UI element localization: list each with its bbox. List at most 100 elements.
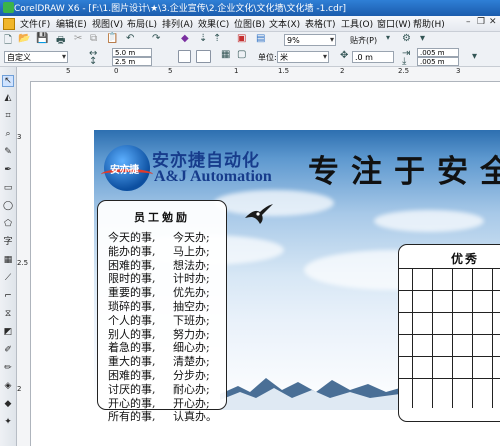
zoom-tool-icon[interactable]: ⌕ <box>3 129 13 139</box>
connector-tool-icon[interactable]: ⌐ <box>3 291 13 301</box>
restore-doc-icon[interactable]: ❐ <box>477 17 485 27</box>
menu-table[interactable]: 表格(T) <box>305 17 336 30</box>
motto-line: 抽空办; <box>173 299 210 313</box>
motto-line: 清楚办; <box>173 355 210 369</box>
portrait-button[interactable] <box>178 50 191 63</box>
menu-file[interactable]: 文件(F) <box>20 17 50 30</box>
motto-line: 能办的事, <box>108 244 156 258</box>
dimension-tool-icon[interactable]: ⟋ <box>3 273 13 283</box>
smart-fill-tool-icon[interactable]: ✦ <box>3 417 13 427</box>
pick-tool-icon[interactable]: ↖ <box>2 75 14 87</box>
cut-icon[interactable]: ✂ <box>74 33 82 44</box>
menu-effects[interactable]: 效果(C) <box>198 17 229 30</box>
page-height-icon: ↕ <box>89 56 98 67</box>
menu-arrange[interactable]: 排列(A) <box>162 17 193 30</box>
property-bar-options-icon[interactable]: ▾ <box>472 51 477 62</box>
nudge-distance-field[interactable]: .0 m <box>352 51 394 63</box>
eyedropper-tool-icon[interactable]: ✐ <box>3 345 13 355</box>
table-tool-icon[interactable]: ▦ <box>3 255 13 265</box>
horizontal-ruler[interactable]: 5 0 5 1 1.5 2 2.5 3 <box>16 67 500 82</box>
duplicate-distance-y-field[interactable]: .005 m <box>417 57 459 66</box>
menu-help[interactable]: 帮助(H) <box>413 17 445 30</box>
artistic-media-tool-icon[interactable]: ✒ <box>3 165 13 175</box>
table-grid-line <box>398 312 500 313</box>
ruler-number: 1.5 <box>278 67 290 75</box>
snap-to-dropdown[interactable]: 贴齐(P) <box>350 35 377 46</box>
menu-view[interactable]: 视图(V) <box>92 17 123 30</box>
document-icon[interactable] <box>3 18 15 30</box>
motto-line: 下班办; <box>173 313 210 327</box>
units-select[interactable]: 米 <box>277 51 329 63</box>
table-grid-line <box>398 356 500 357</box>
motto-line: 计时办; <box>173 272 210 286</box>
welcome-screen-icon[interactable]: ▤ <box>256 33 265 44</box>
import-icon[interactable]: ⇣ <box>199 33 207 44</box>
motto-line: 开心的事, <box>108 396 156 410</box>
table-title: 优秀 <box>451 252 480 266</box>
motto-line: 想法办; <box>173 258 210 272</box>
paper-preset-select[interactable]: 自定义 <box>4 51 68 63</box>
ruler-number: 2.5 <box>17 259 29 267</box>
page-width-field[interactable]: 5.0 m <box>112 48 152 57</box>
outline-pen-tool-icon[interactable]: ✏ <box>3 363 13 373</box>
polygon-tool-icon[interactable]: ⬠ <box>3 219 13 229</box>
table-grid-line <box>412 268 413 408</box>
table-grid-line <box>492 268 493 408</box>
menu-layout[interactable]: 布局(L) <box>127 17 157 30</box>
ruler-number: 2 <box>17 385 22 393</box>
employee-motto-panel[interactable]: 员工勉励 今天的事, 能办的事, 困难的事, 限时的事, 重要的事, 琐碎的事, 个人的事,… <box>97 200 227 423</box>
copy-icon[interactable]: ⧉ <box>90 33 97 44</box>
nudge-icon: ✥ <box>340 50 349 61</box>
minimize-doc-icon[interactable]: – <box>466 17 471 27</box>
motto-line: 优先办; <box>173 286 210 300</box>
options-icon[interactable]: ⚙ <box>402 33 411 44</box>
paste-icon[interactable]: 📋 <box>106 33 118 44</box>
close-doc-icon[interactable]: ✕ <box>489 17 497 27</box>
snap-dropdown-arrow-icon[interactable]: ▾ <box>386 33 390 42</box>
current-page-icon[interactable]: ▢ <box>237 49 246 60</box>
slogan-text[interactable]: 专注于安全 <box>308 146 500 191</box>
transparency-tool-icon[interactable]: ◩ <box>3 327 13 337</box>
motto-left-column: 今天的事, 能办的事, 困难的事, 限时的事, 重要的事, 琐碎的事, 个人的事, 别人的事,… <box>108 231 156 424</box>
window-title: CorelDRAW X6 - [F:\1.图片设计\★\3.企业宣传\2.企业文… <box>14 4 347 14</box>
rectangle-tool-icon[interactable]: ▭ <box>3 183 13 193</box>
undo-icon[interactable]: ↶ <box>126 33 134 44</box>
interactive-fill-tool-icon[interactable]: ◆ <box>3 399 13 409</box>
save-icon[interactable]: 💾 <box>36 33 48 44</box>
open-icon[interactable]: 📂 <box>18 33 30 44</box>
landscape-button[interactable] <box>196 50 211 63</box>
motto-line: 细心办; <box>173 341 210 355</box>
freehand-tool-icon[interactable]: ✎ <box>3 147 13 157</box>
blend-tool-icon[interactable]: ⧖ <box>3 309 13 319</box>
motto-line: 认真办。 <box>173 410 217 424</box>
menu-tools[interactable]: 工具(O) <box>341 17 373 30</box>
vertical-ruler[interactable]: 3 2.5 2 <box>16 81 31 446</box>
ellipse-tool-icon[interactable]: ◯ <box>3 201 13 211</box>
coreldraw-app-icon <box>3 2 14 13</box>
motto-line: 着急的事, <box>108 341 156 355</box>
application-launcher-icon[interactable]: ▣ <box>237 33 246 44</box>
snow-mountains-image <box>220 378 400 410</box>
search-content-icon[interactable]: ◆ <box>181 33 189 44</box>
eagle-image[interactable] <box>244 202 274 226</box>
toolbar-more-icon[interactable]: ▾ <box>420 33 425 44</box>
menu-edit[interactable]: 编辑(E) <box>56 17 87 30</box>
fill-tool-icon[interactable]: ◈ <box>3 381 13 391</box>
redo-icon[interactable]: ↷ <box>152 33 160 44</box>
zoom-level-select[interactable]: 9% <box>284 34 336 46</box>
crop-tool-icon[interactable]: ⌗ <box>3 111 13 121</box>
honor-table-panel[interactable] <box>398 244 500 422</box>
menu-window[interactable]: 窗口(W) <box>377 17 411 30</box>
page-height-field[interactable]: 2.5 m <box>112 57 152 66</box>
menu-bitmaps[interactable]: 位图(B) <box>234 17 265 30</box>
motto-line: 困难的事, <box>108 258 156 272</box>
text-tool-icon[interactable]: 字 <box>3 237 13 247</box>
company-name-english[interactable]: A&J Automation <box>154 168 272 186</box>
all-pages-icon[interactable]: ▦ <box>221 49 230 60</box>
export-icon[interactable]: ⇡ <box>213 33 221 44</box>
duplicate-distance-x-field[interactable]: .005 m <box>417 48 459 57</box>
shape-tool-icon[interactable]: ◭ <box>3 93 13 103</box>
motto-line: 重大的事, <box>108 355 156 369</box>
units-label: 单位: <box>258 53 277 62</box>
menu-text[interactable]: 文本(X) <box>269 17 300 30</box>
